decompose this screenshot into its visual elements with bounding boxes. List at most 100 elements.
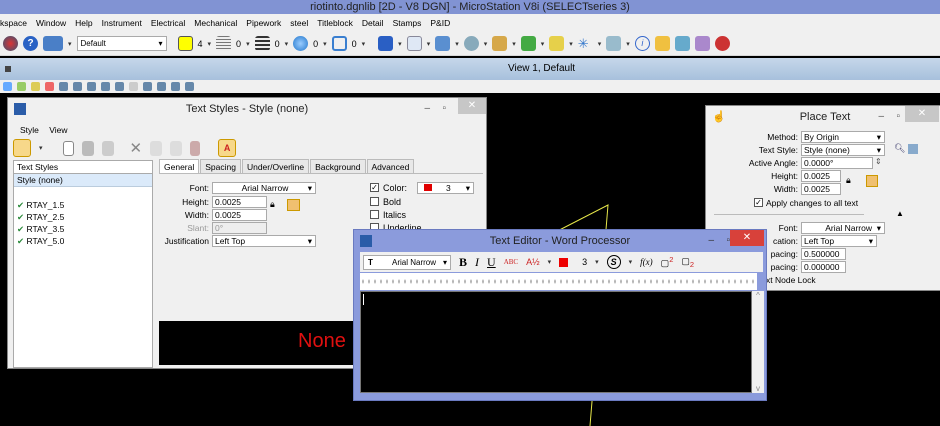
display-style-icon[interactable]: [17, 82, 26, 91]
menu-item[interactable]: kspace: [0, 14, 27, 32]
tab-general[interactable]: General: [159, 159, 200, 173]
list-item[interactable]: ✔ RTAY_3.5: [17, 223, 152, 235]
levels-icon[interactable]: [520, 36, 536, 51]
copy-view-icon[interactable]: [171, 82, 180, 91]
field-button[interactable]: f(x): [640, 257, 653, 267]
transparency-value[interactable]: 0: [313, 39, 318, 49]
angle-spinner[interactable]: ⇕: [875, 157, 882, 166]
color-swatch[interactable]: [177, 36, 193, 51]
layers-icon[interactable]: [549, 36, 565, 51]
bold-checkbox[interactable]: [370, 197, 379, 206]
width-input[interactable]: 0.0025: [212, 209, 267, 221]
menu-item[interactable]: Help: [75, 14, 92, 32]
justification-select[interactable]: Left Top: [212, 235, 316, 247]
color-select[interactable]: 3: [417, 182, 474, 194]
fit-view-icon[interactable]: [101, 82, 110, 91]
method-select[interactable]: By Origin: [801, 131, 885, 143]
active-angle-input[interactable]: 0.0000°: [801, 157, 873, 169]
view-previous-icon[interactable]: [143, 82, 152, 91]
stop-icon[interactable]: [714, 36, 730, 51]
view-next-icon[interactable]: [157, 82, 166, 91]
italic-button[interactable]: I: [475, 255, 479, 270]
tab-spacing[interactable]: Spacing: [200, 159, 241, 173]
list-item[interactable]: ✔ RTAY_5.0: [17, 235, 152, 247]
import-icon[interactable]: [150, 140, 163, 156]
fraction-icon[interactable]: A½: [526, 257, 540, 267]
magnifier-icon[interactable]: 🔍︎: [894, 143, 905, 154]
view-attributes-icon[interactable]: [3, 82, 12, 91]
match-icon[interactable]: [190, 140, 201, 156]
rotate-view-icon[interactable]: [115, 82, 124, 91]
minimize-button[interactable]: –: [708, 230, 714, 252]
menu-item[interactable]: Detail: [362, 14, 384, 32]
subscript-icon[interactable]: ▢2: [681, 256, 694, 269]
delete-icon[interactable]: ✕: [130, 139, 143, 157]
lighting-icon[interactable]: [31, 82, 40, 91]
menu-item[interactable]: Instrument: [102, 14, 142, 32]
menu-item[interactable]: Titleblock: [317, 14, 353, 32]
text-input-area[interactable]: [360, 291, 752, 393]
ruler[interactable]: [360, 273, 757, 290]
color-value[interactable]: 4: [198, 39, 203, 49]
references-icon[interactable]: [435, 36, 451, 51]
style-none-item[interactable]: Style (none): [14, 174, 152, 187]
window-area-icon[interactable]: [87, 82, 96, 91]
list-item[interactable]: ✔ RTAY_2.5: [17, 211, 152, 223]
close-button[interactable]: ✕: [730, 230, 764, 246]
raster-icon[interactable]: [463, 36, 479, 51]
find-icon[interactable]: [654, 36, 670, 51]
text-style-select[interactable]: Style (none): [801, 144, 885, 156]
tab-background[interactable]: Background: [310, 159, 366, 173]
minimize-button[interactable]: –: [424, 98, 430, 120]
menu-item[interactable]: Pipework: [246, 14, 281, 32]
bold-button[interactable]: B: [459, 255, 467, 270]
export-icon[interactable]: [170, 140, 183, 156]
new-style-icon[interactable]: [62, 140, 74, 156]
height-input[interactable]: 0.0025: [801, 170, 841, 182]
help-icon[interactable]: ?: [23, 36, 38, 51]
maximize-button[interactable]: ▫: [896, 106, 900, 128]
maximize-button[interactable]: ▫: [442, 98, 446, 120]
microstation-icon[interactable]: [3, 36, 18, 51]
line-weight-value[interactable]: 0: [275, 39, 280, 49]
sketch-icon[interactable]: [606, 36, 622, 51]
view-display-icon[interactable]: [378, 36, 394, 51]
superscript-icon[interactable]: ▢2: [661, 255, 674, 269]
active-level-select[interactable]: Default: [76, 36, 167, 51]
hierarchy-icon[interactable]: [13, 139, 31, 157]
line-style-value[interactable]: 0: [236, 39, 241, 49]
lock-icon[interactable]: 🔒︎: [270, 199, 275, 210]
color-value[interactable]: 3: [582, 257, 587, 267]
width-input[interactable]: 0.0025: [801, 183, 841, 195]
models-icon[interactable]: [492, 36, 508, 51]
info-icon[interactable]: i: [634, 36, 650, 51]
level-manager-icon[interactable]: [43, 36, 63, 51]
font-select[interactable]: T Arial Narrow: [363, 254, 451, 270]
menu-style[interactable]: Style: [20, 125, 39, 135]
line-spacing-input[interactable]: 0.500000: [801, 248, 846, 260]
font-select[interactable]: Arial Narrow: [212, 182, 316, 194]
text-attributes-icon[interactable]: [866, 175, 878, 187]
menu-item[interactable]: Electrical: [151, 14, 185, 32]
priority-icon[interactable]: [331, 36, 347, 51]
update-icon[interactable]: [45, 82, 54, 91]
color-swatch[interactable]: [559, 257, 569, 267]
tab-under-overline[interactable]: Under/Overline: [241, 159, 310, 173]
view-menu-icon[interactable]: [5, 66, 11, 72]
spell-check-button[interactable]: ABC: [504, 258, 518, 266]
transparency-icon[interactable]: [293, 36, 309, 51]
clip-volume-icon[interactable]: [185, 82, 194, 91]
menu-item[interactable]: P&ID: [430, 14, 450, 32]
text-styles-icon[interactable]: [908, 144, 918, 154]
italics-checkbox[interactable]: [370, 210, 379, 219]
close-button[interactable]: ✕: [905, 106, 939, 122]
line-weight-icon[interactable]: [254, 36, 270, 51]
slant-input[interactable]: 0°: [212, 222, 267, 234]
measure-icon[interactable]: [674, 36, 690, 51]
apply-all-checkbox[interactable]: ✓: [754, 198, 763, 207]
font-select[interactable]: Arial Narrow: [801, 222, 885, 234]
vertical-scrollbar[interactable]: ^ v: [752, 291, 764, 393]
save-icon[interactable]: [81, 140, 94, 156]
zoom-out-icon[interactable]: [73, 82, 82, 91]
file-icon[interactable]: [406, 36, 422, 51]
